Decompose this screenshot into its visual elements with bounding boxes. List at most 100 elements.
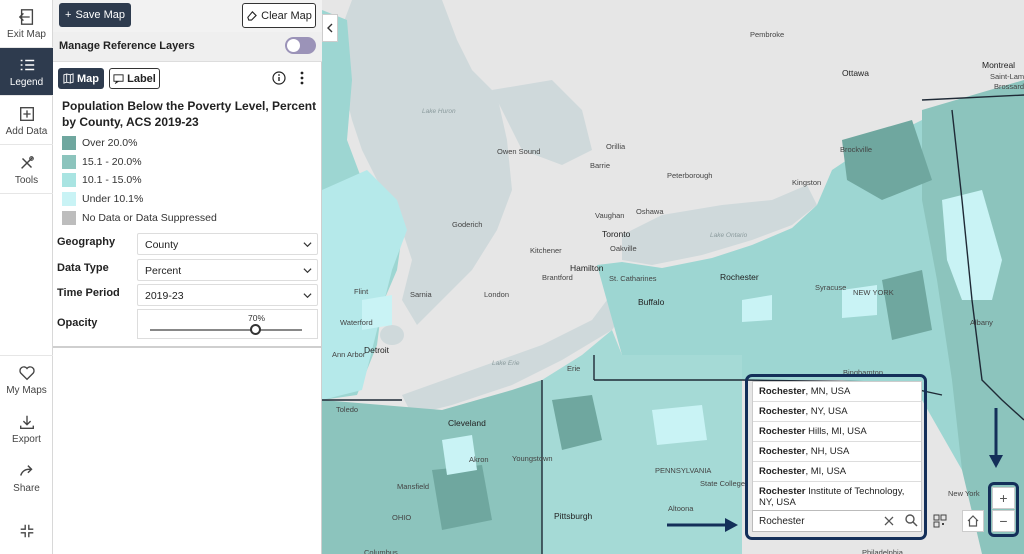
map-place-label: Oakville [610,244,637,253]
map-place-label: Philadelphia [862,548,903,554]
tools-button[interactable]: Tools [0,146,53,194]
suggestion-rest: , MI, USA [805,466,847,477]
suggestion-item[interactable]: Rochester Institute of Technology, NY, U… [753,482,921,513]
search-icon[interactable] [904,513,918,527]
minimize-icon [20,524,33,537]
add-data-label: Add Data [5,125,48,137]
map-place-label: OHIO [392,513,412,522]
home-icon [967,515,979,527]
map-place-label: New York [948,489,980,498]
opacity-label: Opacity [57,317,98,329]
legend-title: Population Below the Poverty Level, Perc… [62,99,317,129]
chevron-down-icon [303,242,312,248]
legend-swatch [62,173,76,188]
legend-swatch [62,154,76,169]
data-type-label: Data Type [57,262,109,274]
suggestion-item[interactable]: Rochester Hills, MI, USA [753,422,921,442]
data-type-row: Data Type Percent [53,257,322,283]
suggestion-match: Rochester [759,486,806,497]
collapse-fullscreen-button[interactable] [0,508,53,554]
map-place-label: Altoona [668,504,694,513]
reference-layers-label: Manage Reference Layers [59,40,195,52]
suggestion-item[interactable]: Rochester, MN, USA [753,382,921,402]
map-place-label: Barrie [590,161,611,170]
opacity-value: 70% [248,313,266,323]
exit-map-button[interactable]: Exit Map [0,0,53,48]
left-nav-rail: Exit Map Legend Add Data Tools My Maps E… [0,0,53,554]
suggestion-item[interactable]: Rochester, MI, USA [753,462,921,482]
map-place-label: Kingston [792,178,822,187]
geography-select[interactable]: County [137,233,318,255]
legend-swatch [62,210,76,225]
export-button[interactable]: Export [0,405,53,453]
legend-item-label: 10.1 - 15.0% [82,174,142,187]
suggestion-match: Rochester [759,426,806,437]
geography-label: Geography [57,236,116,248]
suggestion-match: Rochester [759,466,806,477]
clear-map-button[interactable]: Clear Map [242,3,316,28]
map-place-label: Toledo [336,405,359,414]
search-query: Rochester [759,516,805,527]
suggestion-match: Rochester [759,386,806,397]
view-tabs: Map Label [53,62,322,94]
zoom-in-button[interactable]: + [992,487,1015,509]
info-icon[interactable] [272,71,286,85]
geography-value: County [145,239,179,251]
legend-button[interactable]: Legend [0,48,53,96]
map-place-label: Brockville [840,145,873,154]
map-place-label: St. Catharines [609,274,657,283]
legend-item-label: 15.1 - 20.0% [82,155,142,168]
map-icon [63,73,74,84]
home-extent-button[interactable] [962,510,984,532]
tab-map-label: Map [77,72,99,85]
legend-item: 10.1 - 15.0% [62,171,217,190]
map-place-label: Columbus [364,548,398,554]
map-place-label: Pembroke [750,30,785,39]
suggestion-item[interactable]: Rochester, NH, USA [753,442,921,462]
map-place-label: Lake Erie [492,360,520,367]
map-place-label: Buffalo [638,297,665,307]
tab-map[interactable]: Map [58,68,104,89]
time-period-row: Time Period 2019-23 [53,282,322,308]
reference-layers-row: Manage Reference Layers [53,32,322,62]
legend-swatch [62,136,76,151]
map-view[interactable]: Pembroke Ottawa Montreal Saint-LambertBross… [322,0,1024,554]
map-place-label: Montreal [982,60,1016,70]
map-place-label: Lake Huron [422,108,456,115]
my-maps-button[interactable]: My Maps [0,355,53,403]
map-place-label: NEW YORK [853,288,894,297]
slider-handle[interactable] [250,324,262,335]
tab-label[interactable]: Label [109,68,160,89]
map-place-label: Erie [567,364,581,373]
zoom-out-button[interactable]: − [992,510,1015,532]
legend-swatch [62,192,76,207]
map-place-label: Brantford [542,273,573,282]
reference-layers-toggle[interactable] [285,37,316,54]
close-icon[interactable] [882,514,896,528]
time-period-value: 2019-23 [145,290,184,302]
opacity-slider[interactable]: 70% [137,309,318,339]
panel-toolbar: + Save Map Clear Map [53,0,322,32]
suggestion-rest: , NY, USA [805,406,848,417]
save-map-button[interactable]: + Save Map [59,3,131,27]
map-place-label: Saint-Lambert [990,72,1024,81]
data-type-select[interactable]: Percent [137,259,318,281]
legend-item: 15.1 - 20.0% [62,153,217,172]
more-options-icon[interactable] [297,70,307,86]
collapse-panel-button[interactable] [322,14,338,42]
suggestion-item[interactable]: Rochester, NY, USA [753,402,921,422]
plus-icon: + [65,9,72,21]
map-place-label: Akron [469,455,489,464]
suggestion-rest: Hills, MI, USA [805,426,867,437]
save-map-label: Save Map [75,9,125,21]
add-data-button[interactable]: Add Data [0,97,53,145]
time-period-select[interactable]: 2019-23 [137,284,318,306]
search-input[interactable]: Rochester [752,510,922,532]
share-button[interactable]: Share [0,454,53,502]
map-place-label: PENNSYLVANIA [655,466,712,475]
qr-code-button[interactable] [930,510,950,532]
tools-icon [20,155,34,169]
suggestion-rest: , NH, USA [805,446,850,457]
map-place-label: Pittsburgh [554,511,593,521]
map-place-label: Flint [354,287,369,296]
